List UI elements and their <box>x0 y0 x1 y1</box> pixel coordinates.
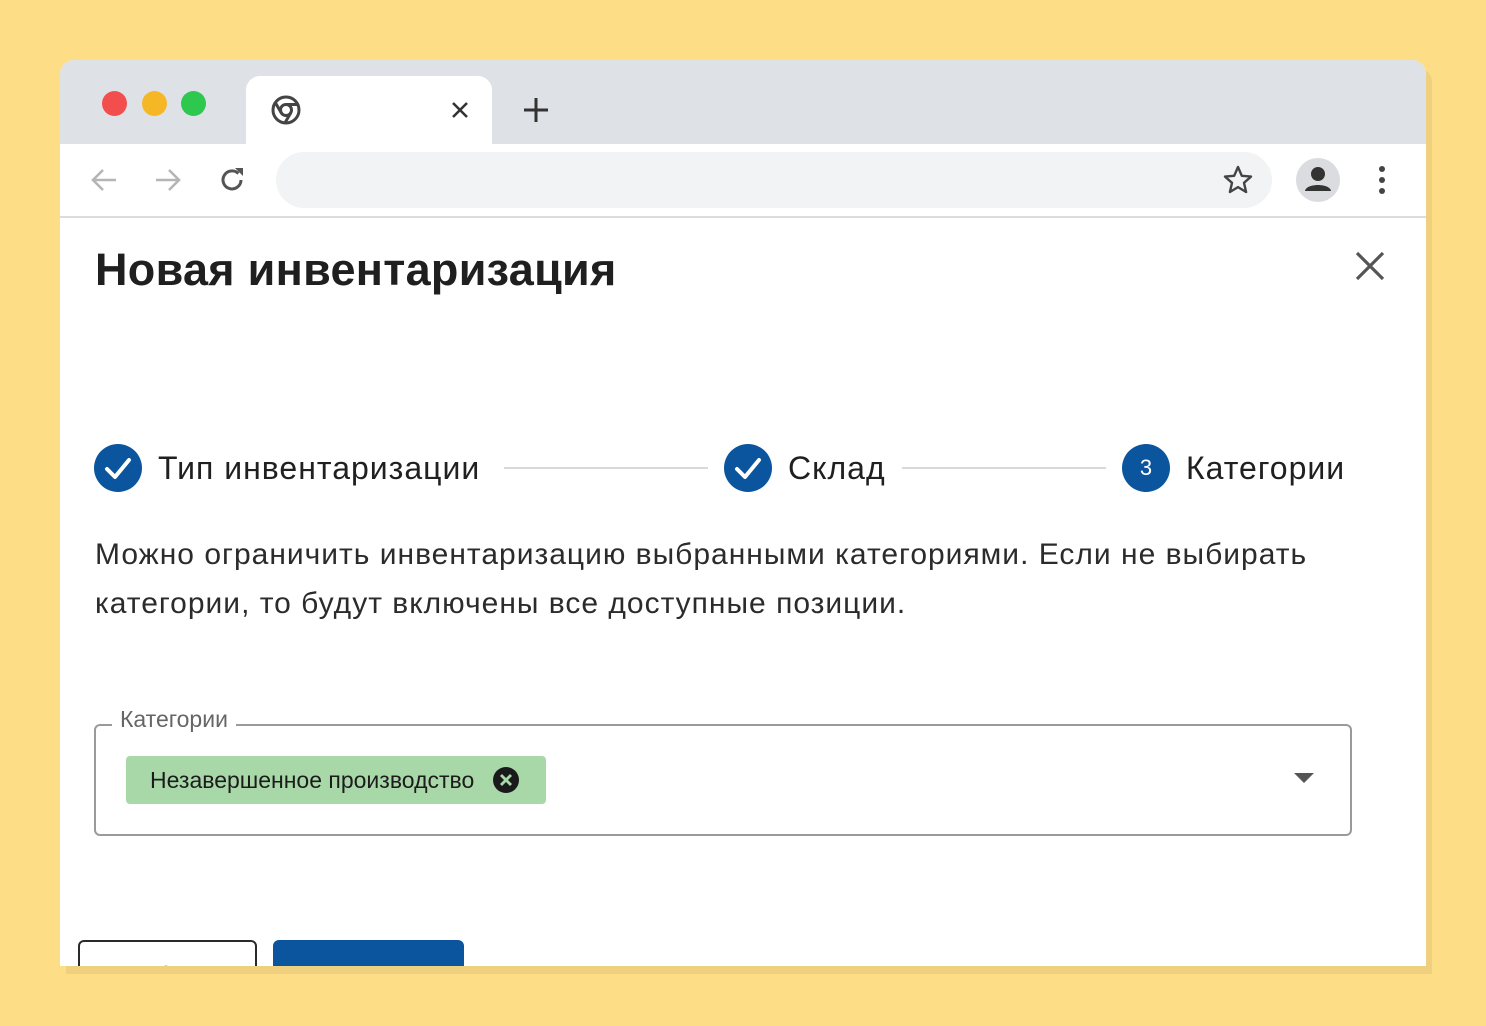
address-bar[interactable] <box>276 152 1272 208</box>
star-icon[interactable] <box>1222 164 1254 196</box>
browser-tab[interactable] <box>246 76 492 144</box>
profile-button[interactable] <box>1296 158 1340 202</box>
chip-remove-icon[interactable] <box>492 766 520 794</box>
step-3-number: 3 <box>1122 444 1170 492</box>
step-connector <box>902 467 1106 469</box>
start-button[interactable]: НАЧАТЬ <box>273 940 464 966</box>
maximize-window-button[interactable] <box>181 91 206 116</box>
categories-field-label: Категории <box>112 706 236 733</box>
category-chip: Незавершенное производство <box>126 756 547 804</box>
step-2-label: Склад <box>788 450 886 486</box>
reload-icon[interactable] <box>216 164 248 196</box>
categories-select[interactable]: Категории Незавершенное производство <box>94 706 1352 836</box>
close-icon[interactable] <box>1350 246 1390 286</box>
browser-toolbar <box>60 144 1426 218</box>
dialog-title: Новая инвентаризация <box>95 244 617 295</box>
browser-window: Новая инвентаризация Тип инвентаризации … <box>60 60 1426 966</box>
step-1-check-icon <box>94 444 142 492</box>
chrome-icon <box>271 95 301 125</box>
category-chip-label: Незавершенное производство <box>150 766 475 793</box>
new-tab-plus-icon[interactable] <box>520 94 552 126</box>
step-2-check-icon <box>724 444 772 492</box>
tab-close-icon[interactable] <box>446 96 474 124</box>
arrow-right-icon[interactable] <box>152 164 184 196</box>
dialog: Новая инвентаризация Тип инвентаризации … <box>60 218 1426 966</box>
chevron-down-icon[interactable] <box>1290 770 1318 786</box>
minimize-window-button[interactable] <box>142 91 167 116</box>
back-button[interactable]: НАЗАД <box>78 940 257 966</box>
more-vert-icon[interactable] <box>1366 162 1398 198</box>
tab-strip <box>60 60 1426 144</box>
arrow-left-icon[interactable] <box>88 164 120 196</box>
step-3-label: Категории <box>1186 450 1346 486</box>
close-window-button[interactable] <box>102 91 127 116</box>
person-icon <box>1305 167 1331 191</box>
step-1-label: Тип инвентаризации <box>158 450 481 486</box>
step-connector <box>504 467 708 469</box>
description-text: Можно ограничить инвентаризацию выбранны… <box>95 538 1308 620</box>
